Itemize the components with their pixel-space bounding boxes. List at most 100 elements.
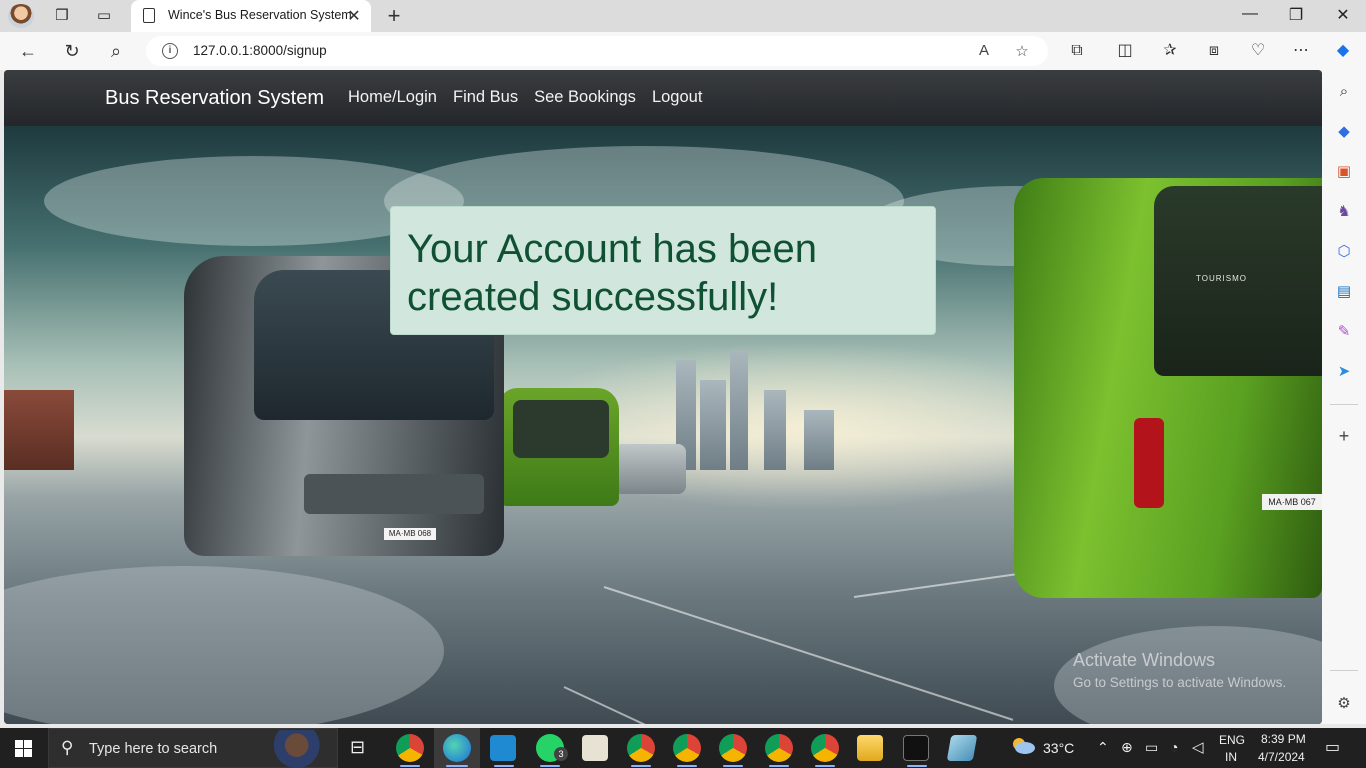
search-highlight-image[interactable]: [265, 730, 331, 768]
file-app-icon[interactable]: [582, 735, 608, 761]
running-indicator: [631, 765, 651, 767]
running-indicator: [446, 765, 468, 767]
collections-icon[interactable]: ⧈: [1202, 39, 1226, 63]
web-page: Bus Reservation System Home/Login Find B…: [4, 70, 1322, 724]
input-region[interactable]: IN: [1225, 750, 1237, 764]
usb-device-icon[interactable]: ⊕: [1121, 739, 1133, 756]
address-bar[interactable]: i 127.0.0.1:8000/signup A ☆: [146, 36, 1048, 66]
sidebar-divider: [1330, 404, 1358, 405]
site-brand[interactable]: Bus Reservation System: [105, 87, 324, 110]
browser-essentials-icon[interactable]: ♡: [1246, 39, 1270, 63]
microsoft-365-icon[interactable]: ⬡: [1334, 242, 1354, 262]
nav-home-login[interactable]: Home/Login: [348, 88, 437, 107]
sidebar-search-icon[interactable]: ⌕: [1334, 82, 1354, 102]
terminal-icon[interactable]: [903, 735, 929, 761]
chrome-profile-icon[interactable]: [719, 734, 747, 762]
weather-temperature[interactable]: 33°C: [1043, 740, 1074, 756]
drop-send-icon[interactable]: ➤: [1334, 362, 1354, 382]
extensions-icon[interactable]: ⧉: [1065, 39, 1089, 63]
activate-windows-watermark: Activate Windows Go to Settings to activ…: [1073, 650, 1286, 690]
taskbar-search-placeholder: Type here to search: [89, 741, 218, 757]
watermark-title: Activate Windows: [1073, 650, 1216, 670]
tab-title: Wince's Bus Reservation System: [168, 8, 352, 22]
chrome-profile-icon[interactable]: [811, 734, 839, 762]
clock-time[interactable]: 8:39 PM: [1261, 732, 1306, 746]
restore-button[interactable]: ❐: [1273, 5, 1319, 25]
taskbar-search-box[interactable]: ⚲ Type here to search: [48, 728, 338, 768]
nav-logout[interactable]: Logout: [652, 88, 702, 107]
add-sidebar-app-icon[interactable]: +: [1334, 426, 1354, 446]
notification-center-icon[interactable]: ▭: [1325, 737, 1340, 757]
favorites-icon[interactable]: ✰: [1158, 39, 1182, 63]
favorite-star-icon[interactable]: ☆: [1012, 42, 1032, 60]
site-info-icon[interactable]: i: [162, 43, 178, 59]
copilot-icon[interactable]: ◆: [1331, 39, 1355, 63]
windows-taskbar: ⚲ Type here to search ⊟: [0, 728, 1366, 768]
minimize-button[interactable]: —: [1227, 5, 1273, 23]
chrome-icon[interactable]: [396, 734, 424, 762]
browser-tab-bar: ❒ ▭ Wince's Bus Reservation System ✕ + —…: [0, 0, 1366, 32]
browser-toolbar: ← ↻ ⌕ i 127.0.0.1:8000/signup A ☆ ⧉ ◫ ✰ …: [0, 32, 1366, 70]
url-text[interactable]: 127.0.0.1:8000/signup: [193, 43, 327, 58]
tab-actions-icon[interactable]: ▭: [94, 6, 114, 26]
outlook-icon[interactable]: ▤: [1334, 282, 1354, 302]
clock-date[interactable]: 4/7/2024: [1258, 750, 1305, 764]
nav-see-bookings[interactable]: See Bookings: [534, 88, 636, 107]
running-indicator: [677, 765, 697, 767]
distant-bus: [614, 444, 686, 494]
search-icon[interactable]: ⌕: [104, 40, 128, 62]
chrome-profile-icon[interactable]: [673, 734, 701, 762]
tab-close-icon[interactable]: ✕: [345, 6, 363, 26]
running-indicator: [494, 765, 514, 767]
input-language[interactable]: ENG: [1219, 733, 1245, 747]
whatsapp-unread-badge: 3: [554, 747, 568, 761]
split-screen-icon[interactable]: ◫: [1113, 39, 1137, 63]
file-explorer-icon[interactable]: [857, 735, 883, 761]
refresh-icon[interactable]: ↻: [60, 40, 84, 62]
running-indicator: [400, 765, 420, 767]
chrome-profile-icon[interactable]: [627, 734, 655, 762]
bus-grille: [304, 474, 484, 514]
building: [4, 390, 74, 470]
vscode-icon[interactable]: [490, 735, 516, 761]
active-tab[interactable]: Wince's Bus Reservation System ✕: [131, 0, 371, 32]
window-close-button[interactable]: ✕: [1320, 5, 1366, 25]
page-icon: [143, 8, 155, 23]
more-menu-icon[interactable]: ⋯: [1289, 39, 1313, 63]
site-nav-links: Home/Login Find Bus See Bookings Logout: [348, 88, 702, 107]
new-tab-button[interactable]: +: [383, 3, 405, 29]
profile-avatar-icon[interactable]: [8, 4, 34, 28]
task-view-icon[interactable]: ⊟: [350, 737, 365, 758]
building: [700, 380, 726, 470]
back-arrow-icon[interactable]: ←: [16, 40, 40, 62]
games-icon[interactable]: ♞: [1334, 202, 1354, 222]
volume-icon[interactable]: ◁: [1192, 738, 1204, 756]
tools-briefcase-icon[interactable]: ▣: [1334, 162, 1354, 182]
nav-find-bus[interactable]: Find Bus: [453, 88, 518, 107]
battery-icon[interactable]: ▭: [1145, 739, 1158, 756]
wifi-icon[interactable]: ◔: [1170, 739, 1178, 755]
sidebar-divider: [1330, 670, 1358, 671]
success-alert: Your Account has been created successful…: [390, 206, 936, 335]
read-aloud-icon[interactable]: A: [974, 42, 994, 59]
notepad-app-icon[interactable]: [946, 735, 978, 761]
workspaces-icon[interactable]: ❒: [52, 6, 72, 26]
green-bus-middle: [499, 388, 619, 506]
sidebar-settings-gear-icon[interactable]: ⚙: [1334, 694, 1354, 714]
bus-model-text: TOURISMO: [1196, 274, 1247, 283]
chrome-profile-icon[interactable]: [765, 734, 793, 762]
edge-icon[interactable]: [443, 734, 471, 762]
bus-taillight: [1134, 418, 1164, 508]
bus-windshield: [513, 400, 609, 458]
fog: [4, 566, 444, 724]
running-indicator: [769, 765, 789, 767]
weather-cloud-icon[interactable]: [1010, 735, 1036, 755]
designer-icon[interactable]: ✎: [1334, 322, 1354, 342]
running-indicator: [815, 765, 835, 767]
shopping-tag-icon[interactable]: ◆: [1334, 122, 1354, 142]
parking-line: [603, 586, 1014, 721]
windows-start-icon[interactable]: [15, 740, 32, 757]
running-indicator: [540, 765, 560, 767]
show-hidden-icons-chevron-icon[interactable]: ⌃: [1097, 739, 1109, 756]
bus-license-plate: MA·MB 067: [1262, 494, 1322, 510]
